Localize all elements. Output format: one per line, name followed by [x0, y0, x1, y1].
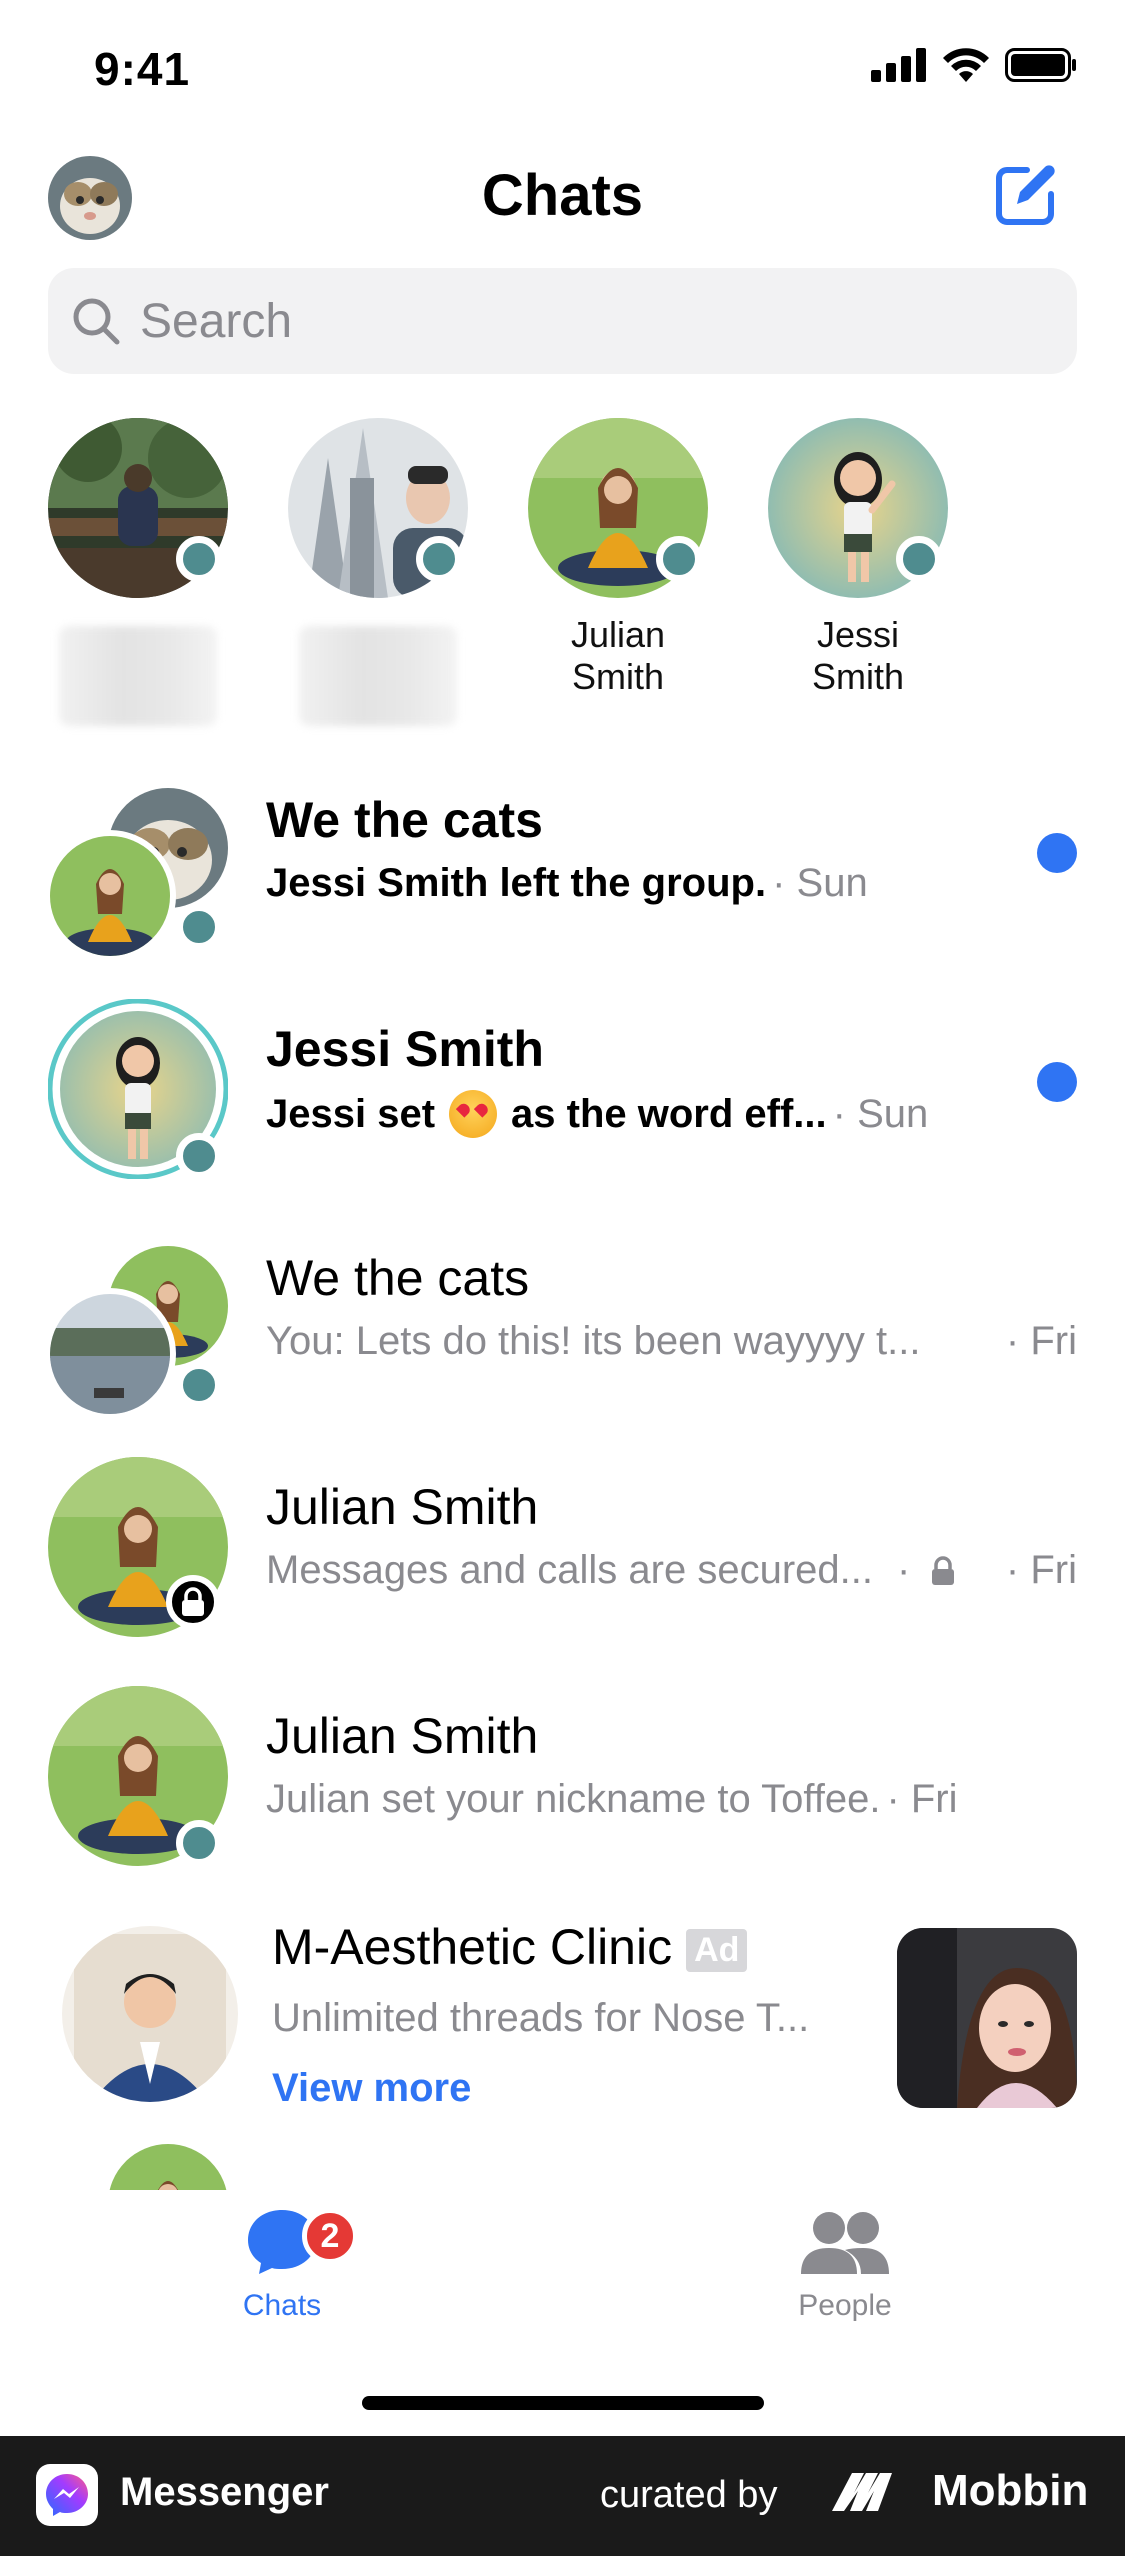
group-avatar [44, 770, 228, 962]
chat-avatar [48, 1457, 228, 1637]
story-name: Jessi Smith [811, 614, 905, 697]
online-indicator [176, 1133, 222, 1179]
ad-title: M-Aesthetic Clinic Ad [272, 1918, 748, 1976]
footer-brand-name: Mobbin [932, 2466, 1089, 2515]
chat-title: We the cats [266, 792, 543, 848]
online-indicator [656, 536, 702, 582]
chat-avatar [108, 2144, 228, 2190]
battery-icon [1005, 48, 1076, 82]
story-name-blurred [299, 626, 457, 726]
chat-title: Julian Smith [266, 1708, 539, 1764]
ad-avatar [60, 1924, 240, 2104]
home-indicator [362, 2396, 764, 2410]
chat-preview: Julian set your nickname to Toffee. · Fr… [266, 1777, 958, 1822]
search-input[interactable] [140, 293, 1040, 349]
status-icons [871, 48, 1077, 82]
chat-time: · Fri [1005, 1548, 1077, 1592]
ad-label: Ad [686, 1929, 748, 1973]
lock-small-icon [932, 1555, 955, 1585]
chat-row-partial[interactable] [0, 2140, 1125, 2190]
tab-chats[interactable]: 2 Chats [182, 2208, 382, 2323]
footer-app-name: Messenger [120, 2470, 329, 2514]
chat-title: We the cats [266, 1250, 530, 1306]
online-indicator [176, 1820, 222, 1866]
status-bar: 9:41 [0, 0, 1125, 140]
ad-row[interactable]: M-Aesthetic Clinic Ad Unlimited threads f… [0, 1890, 1125, 2140]
ad-title-text: M-Aesthetic Clinic [272, 1919, 673, 1975]
chat-preview: Messages and calls are secured... · [266, 1548, 956, 1593]
chat-row[interactable]: We the cats Jessi Smith left the group. … [0, 745, 1125, 974]
unread-count-badge: 2 [302, 2208, 358, 2264]
online-indicator [176, 904, 222, 950]
chat-title: Jessi Smith [266, 1021, 544, 1077]
footer-bar: Messenger curated by Mobbin [0, 2436, 1125, 2556]
chat-preview: Jessi Smith left the group. · Sun [266, 861, 868, 906]
chat-preview-text: Julian set your nickname to Toffee. [266, 1777, 881, 1821]
search-bar[interactable] [48, 268, 1077, 374]
story-name-blurred [59, 626, 217, 726]
lock-icon [166, 1575, 220, 1629]
online-indicator [896, 536, 942, 582]
header: Chats [0, 140, 1125, 260]
chat-avatar [47, 998, 229, 1180]
chat-row[interactable]: Julian Smith Julian set your nickname to… [0, 1661, 1125, 1890]
unread-indicator [1037, 833, 1077, 873]
chat-preview-text: Jessi Smith left the group. [266, 861, 767, 905]
chat-title: Julian Smith [266, 1479, 539, 1535]
search-icon [73, 298, 120, 345]
chat-time: · Fri [1005, 1319, 1077, 1363]
wifi-icon [943, 48, 989, 82]
unread-indicator [1037, 1062, 1077, 1102]
online-indicator [416, 536, 462, 582]
page-title: Chats [481, 163, 644, 228]
chat-row[interactable]: Jessi Smith Jessi set as the word eff...… [0, 974, 1125, 1203]
tab-bar: 2 Chats People [0, 2190, 1125, 2370]
cellular-signal-icon [871, 48, 926, 82]
ad-text: Unlimited threads for Nose T... [272, 1996, 810, 2040]
chat-preview-text: as the word eff... [511, 1091, 827, 1136]
tab-people[interactable]: People [745, 2208, 945, 2323]
online-indicator [176, 1362, 222, 1408]
chat-time: · Fri [886, 1777, 958, 1821]
tab-label: Chats [242, 2289, 322, 2322]
chat-list: We the cats Jessi Smith left the group. … [0, 745, 1125, 2190]
story-name: Julian Smith [570, 614, 666, 697]
chat-time: · Sun [772, 861, 868, 905]
online-indicator [176, 536, 222, 582]
story-item[interactable]: Jessi Smith [768, 418, 948, 698]
ad-image[interactable] [897, 1928, 1077, 2108]
group-avatar [44, 1228, 228, 1420]
chat-preview: You: Lets do this! its been wayyyy t... [266, 1319, 920, 1364]
footer-brand: Mobbin [830, 2466, 1088, 2516]
story-item[interactable]: Julian Smith [528, 418, 708, 698]
chat-preview-text: Jessi set [266, 1091, 436, 1136]
story-item[interactable] [288, 418, 468, 726]
messenger-logo-icon [36, 2464, 98, 2526]
footer-curated-by: curated by [600, 2474, 778, 2516]
stories-row: Julian Smith Jessi Smith [0, 418, 1125, 726]
tab-label: People [798, 2289, 892, 2322]
chat-row[interactable]: We the cats You: Lets do this! its been … [0, 1203, 1125, 1432]
view-more-link[interactable]: View more [272, 2066, 471, 2111]
status-time: 9:41 [94, 43, 191, 95]
heart-eyes-emoji-icon [449, 1090, 498, 1138]
chat-time: · Sun [832, 1091, 929, 1136]
chat-preview-text: Messages and calls are secured... [266, 1548, 873, 1592]
chat-avatar [48, 1686, 228, 1866]
separator-dot: · [896, 1548, 911, 1592]
mobbin-logo-icon [832, 2473, 892, 2511]
story-item[interactable] [48, 418, 228, 726]
chat-row[interactable]: Julian Smith Messages and calls are secu… [0, 1432, 1125, 1661]
people-icon [801, 2212, 889, 2274]
compose-icon[interactable] [993, 162, 1059, 228]
chat-preview: Jessi set as the word eff... · Sun [266, 1090, 928, 1138]
chat-preview-text: You: Lets do this! its been wayyyy t... [266, 1319, 921, 1363]
